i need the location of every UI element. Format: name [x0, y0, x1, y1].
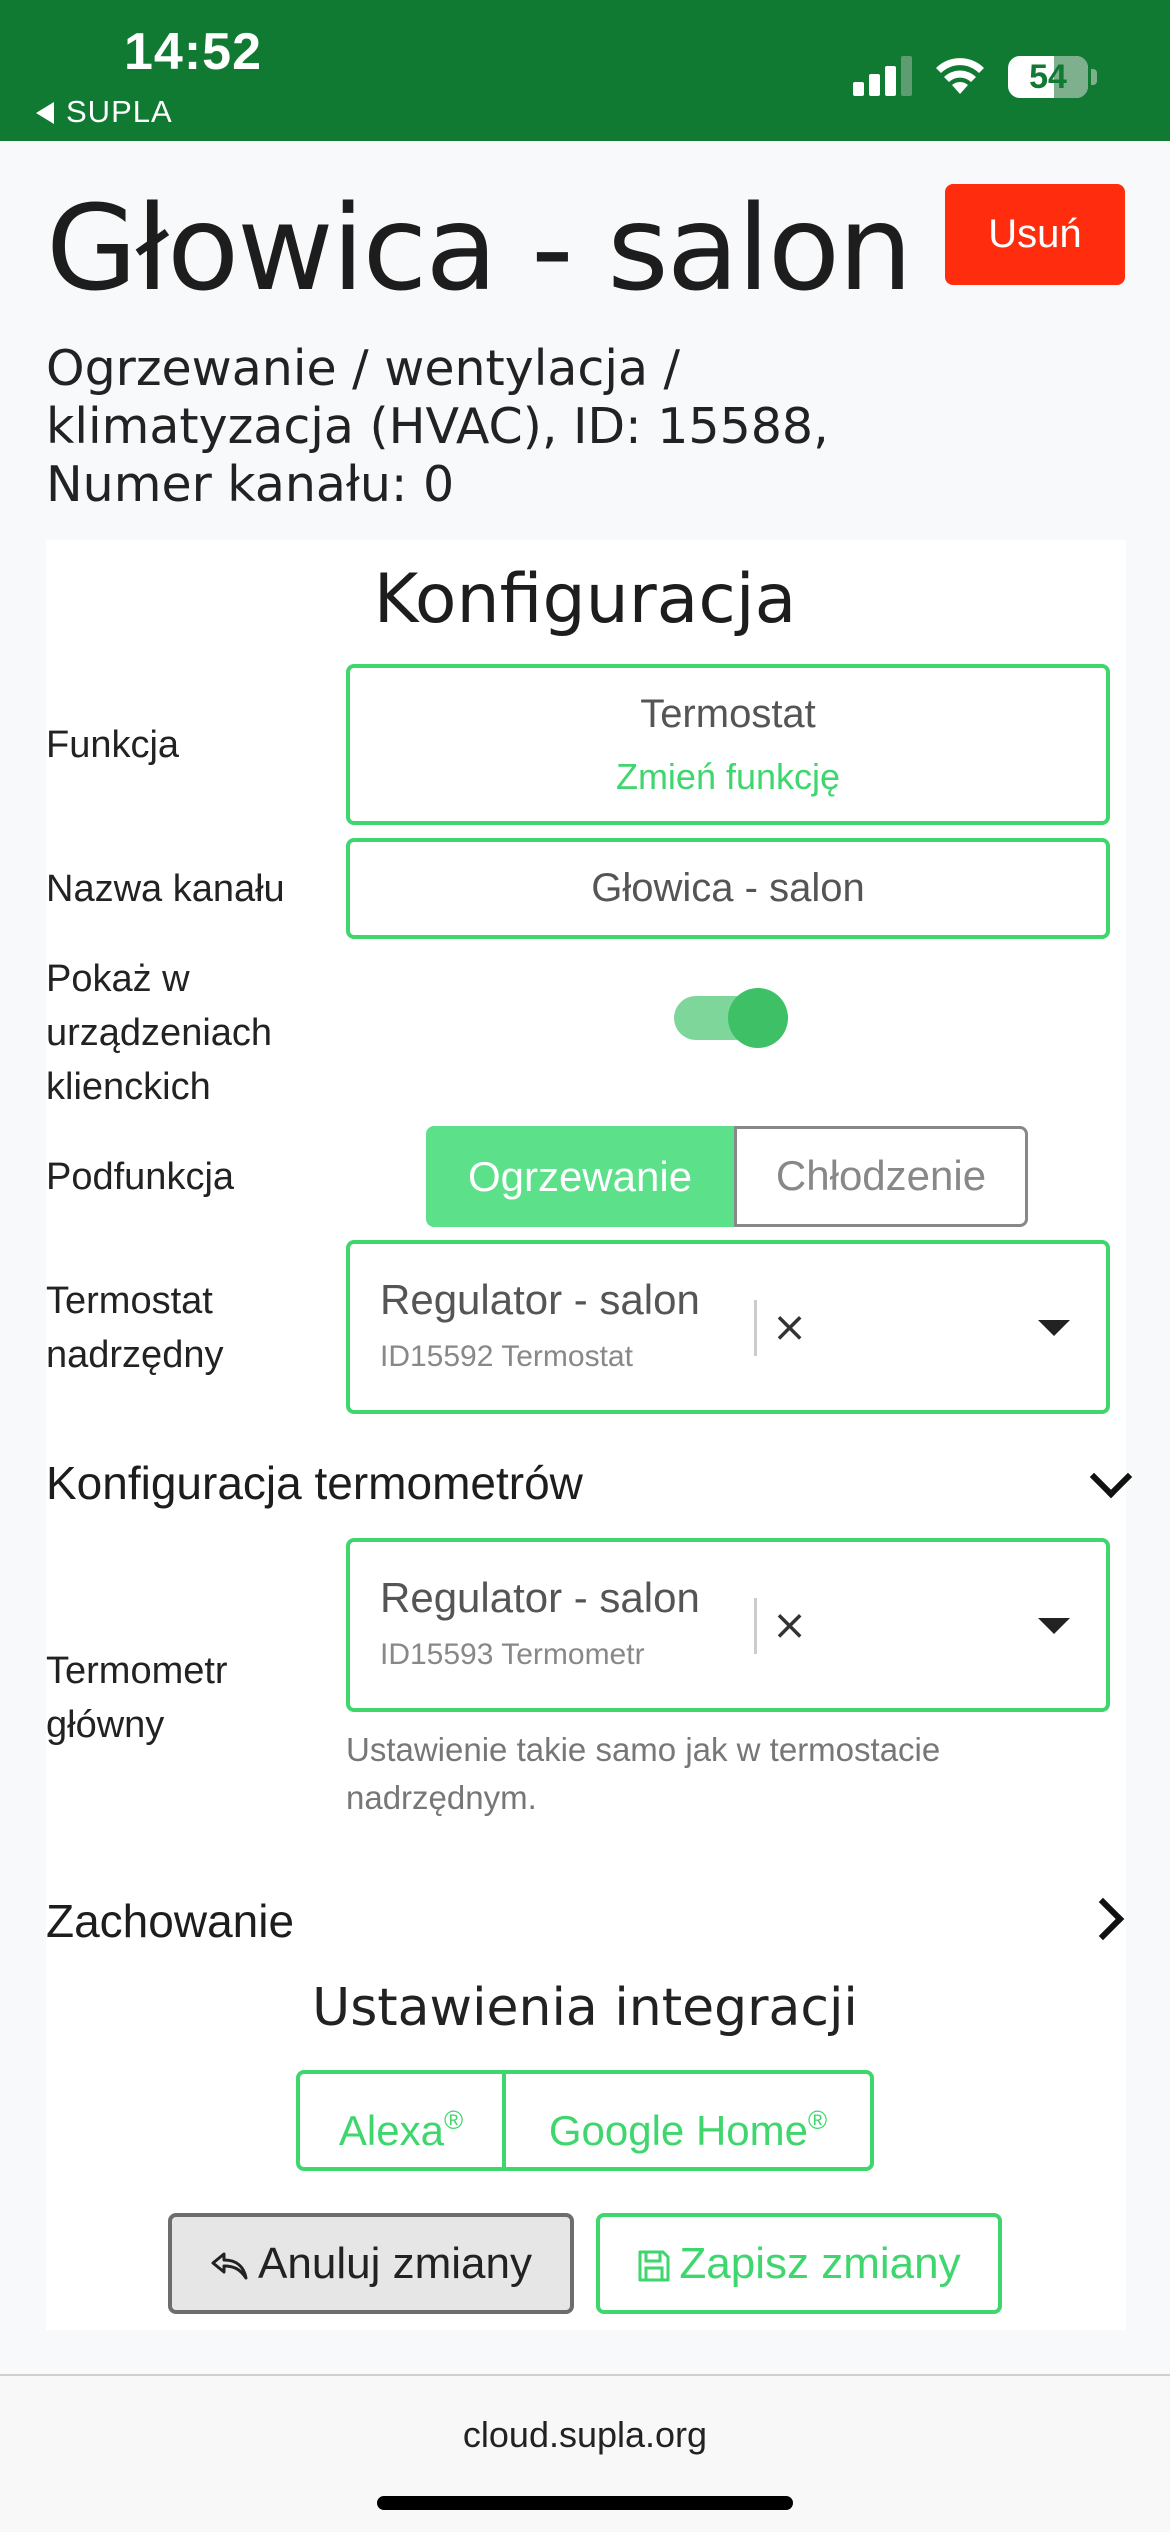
show-in-clients-label: Pokaż w urządzeniach klienckich [46, 958, 273, 1108]
back-app-label: SUPLA [66, 94, 173, 129]
function-box[interactable]: Termostat Zmień funkcję [346, 664, 1110, 825]
thermometers-section-header[interactable]: Konfiguracja termometrów [46, 1456, 583, 1510]
behavior-section-header[interactable]: Zachowanie [46, 1894, 294, 1948]
registered-mark: ® [807, 2105, 828, 2135]
cancel-changes-label: Anuluj zmiany [258, 2239, 532, 2288]
master-thermostat-select[interactable]: Regulator - salon ID15592 Termostat × [346, 1240, 1110, 1414]
page-title: Głowica - salon [46, 179, 913, 317]
registered-mark: ® [443, 2105, 464, 2135]
alexa-button[interactable]: Alexa® [296, 2070, 506, 2171]
select-value-desc: ID15593 Termometr [380, 1638, 645, 1671]
master-thermostat-label: Termostat nadrzędny [46, 1280, 224, 1376]
subfunction-cooling-button[interactable]: Chłodzenie [734, 1126, 1028, 1227]
delete-button[interactable]: Usuń [945, 184, 1125, 285]
main-thermometer-select[interactable]: Regulator - salon ID15593 Termometr × [346, 1538, 1110, 1712]
clear-selection-icon[interactable]: × [772, 1600, 807, 1649]
integrations-title: Ustawienia integracji [312, 1978, 858, 2038]
toggle-knob[interactable] [728, 988, 788, 1048]
select-separator [754, 1300, 757, 1356]
save-changes-button[interactable]: Zapisz zmiany [596, 2213, 1002, 2314]
battery-level: 54 [1029, 58, 1067, 96]
function-value: Termostat [640, 692, 816, 736]
status-bar: 14:52 SUPLA 54 [0, 0, 1170, 141]
home-indicator[interactable] [377, 2496, 793, 2510]
clock: 14:52 [124, 23, 262, 81]
subfunction-heating-button[interactable]: Ogrzewanie [426, 1126, 734, 1227]
main-thermometer-label: Termometr główny [46, 1650, 228, 1746]
main-thermometer-hint: Ustawienie takie samo jak w termostacie … [346, 1731, 941, 1816]
alexa-label: Alexa [338, 2107, 444, 2154]
floppy-disk-icon [638, 2250, 670, 2282]
back-triangle-icon [36, 102, 54, 124]
channel-name-value: Głowica - salon [591, 866, 865, 910]
function-label: Funkcja [46, 724, 180, 766]
battery-nub [1091, 69, 1097, 85]
channel-name-label: Nazwa kanału [46, 868, 285, 910]
cellular-signal-icon [853, 56, 913, 96]
google-home-button[interactable]: Google Home® [502, 2070, 874, 2171]
wifi-icon [936, 58, 984, 94]
google-home-label: Google Home [548, 2107, 808, 2154]
url-text[interactable]: cloud.supla.org [0, 2414, 1170, 2456]
back-to-app-link[interactable]: SUPLA [36, 94, 173, 130]
cancel-changes-button[interactable]: Anuluj zmiany [168, 2213, 574, 2314]
browser-url-bar: cloud.supla.org [0, 2374, 1170, 2532]
select-value-name: Regulator - salon [380, 1276, 700, 1323]
config-title: Konfiguracja [373, 560, 797, 639]
clear-selection-icon[interactable]: × [772, 1302, 807, 1351]
dropdown-caret-icon[interactable] [1038, 1320, 1070, 1336]
select-value-desc: ID15592 Termostat [380, 1340, 633, 1373]
change-function-link[interactable]: Zmień funkcję [350, 756, 1106, 798]
select-separator [754, 1598, 757, 1654]
undo-icon [211, 2252, 248, 2280]
dropdown-caret-icon[interactable] [1038, 1618, 1070, 1634]
subfunction-label: Podfunkcja [46, 1156, 235, 1198]
save-changes-label: Zapisz zmiany [679, 2239, 961, 2288]
select-value-name: Regulator - salon [380, 1574, 700, 1621]
channel-subtitle: Ogrzewanie / wentylacja / klimatyzacja (… [46, 340, 829, 513]
battery-icon: 54 [1008, 56, 1088, 98]
channel-name-input[interactable]: Głowica - salon [346, 838, 1110, 939]
